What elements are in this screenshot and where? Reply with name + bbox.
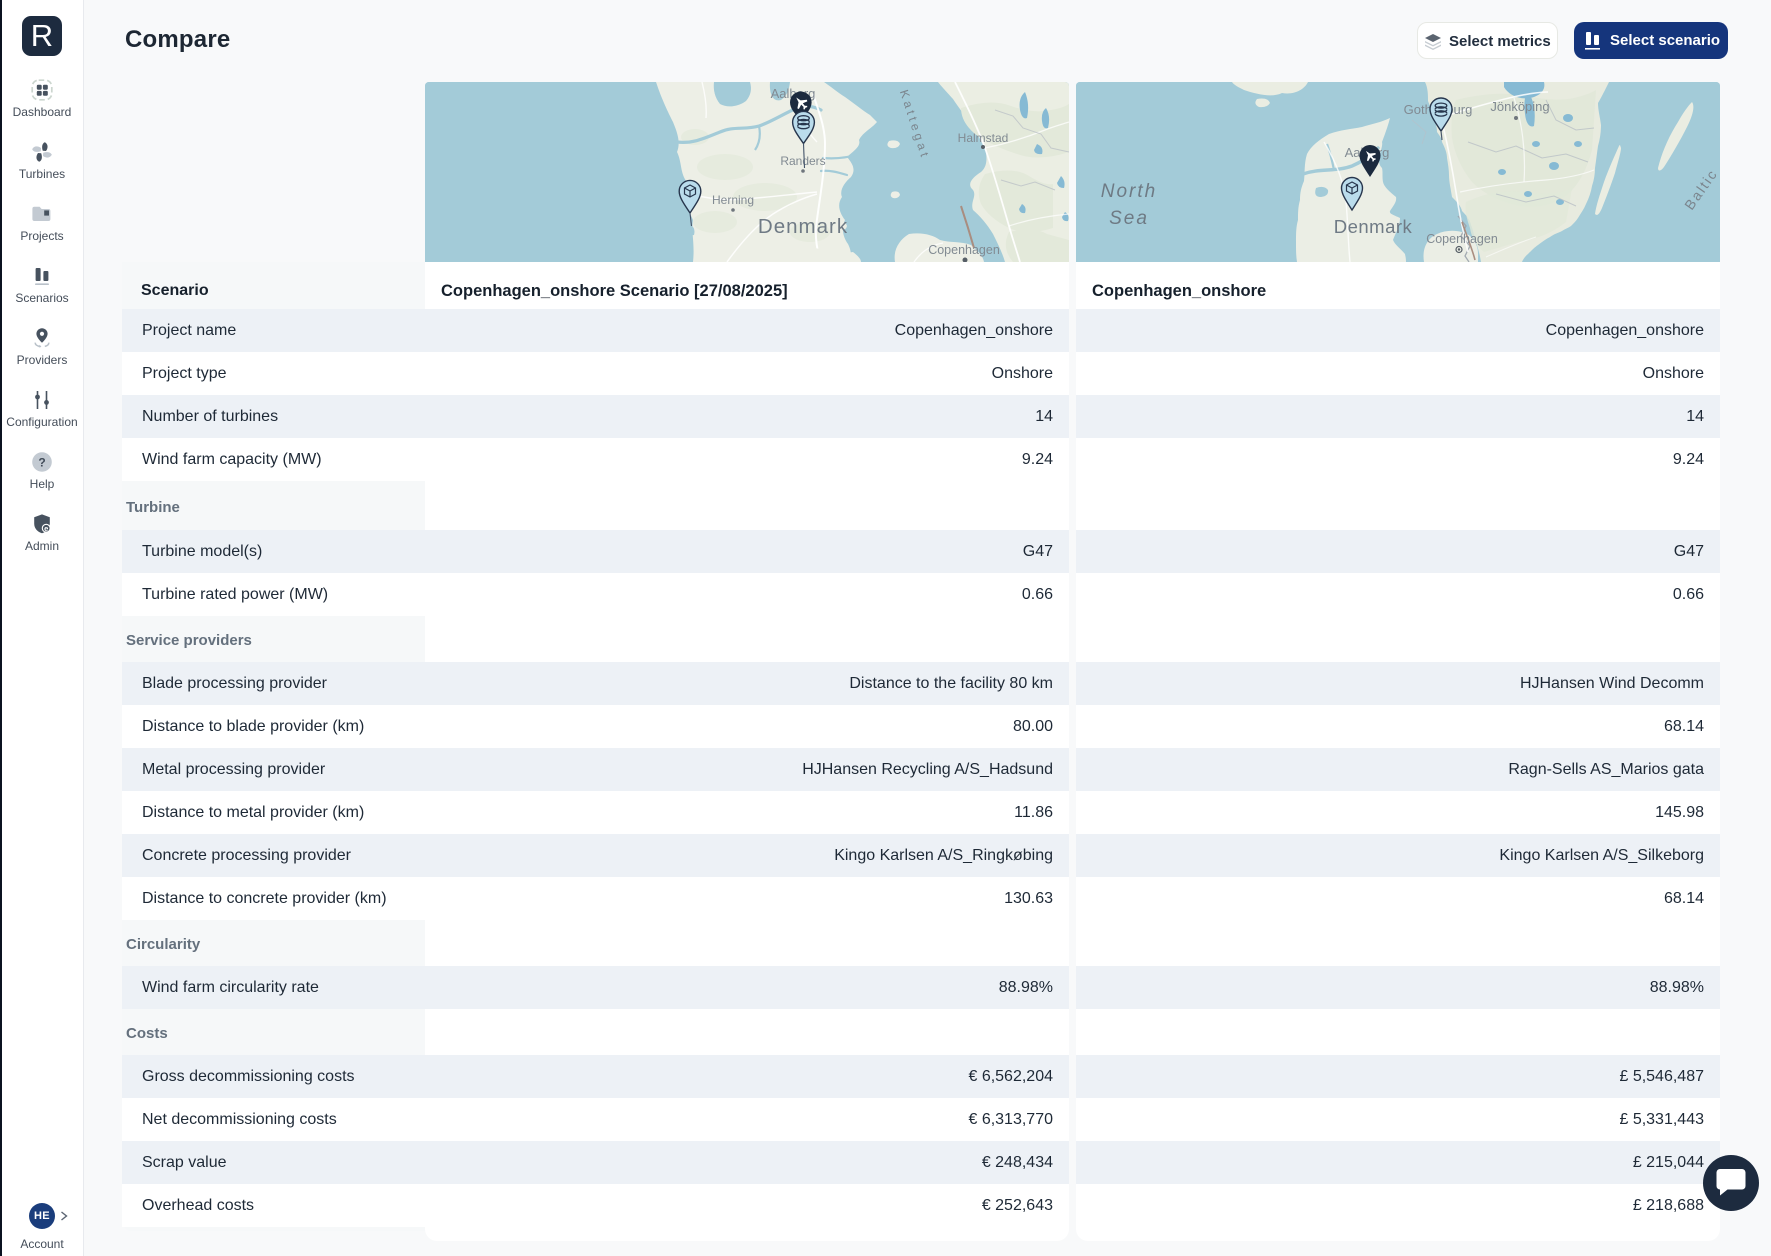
svg-text:Randers: Randers xyxy=(780,154,825,168)
svg-text:Herning: Herning xyxy=(712,193,754,207)
svg-text:Copenhagen: Copenhagen xyxy=(1426,232,1498,246)
svg-text:Denmark: Denmark xyxy=(1334,216,1413,237)
svg-text:Halmstad: Halmstad xyxy=(958,131,1009,145)
svg-text:North: North xyxy=(1101,181,1157,202)
svg-text:e: e xyxy=(44,524,48,533)
svg-text:?: ? xyxy=(38,455,45,469)
svg-text:Sea: Sea xyxy=(1109,208,1149,229)
svg-text:Copenhagen: Copenhagen xyxy=(928,243,1000,257)
svg-text:Denmark: Denmark xyxy=(758,215,848,238)
svg-text:Jönköping: Jönköping xyxy=(1490,99,1549,114)
